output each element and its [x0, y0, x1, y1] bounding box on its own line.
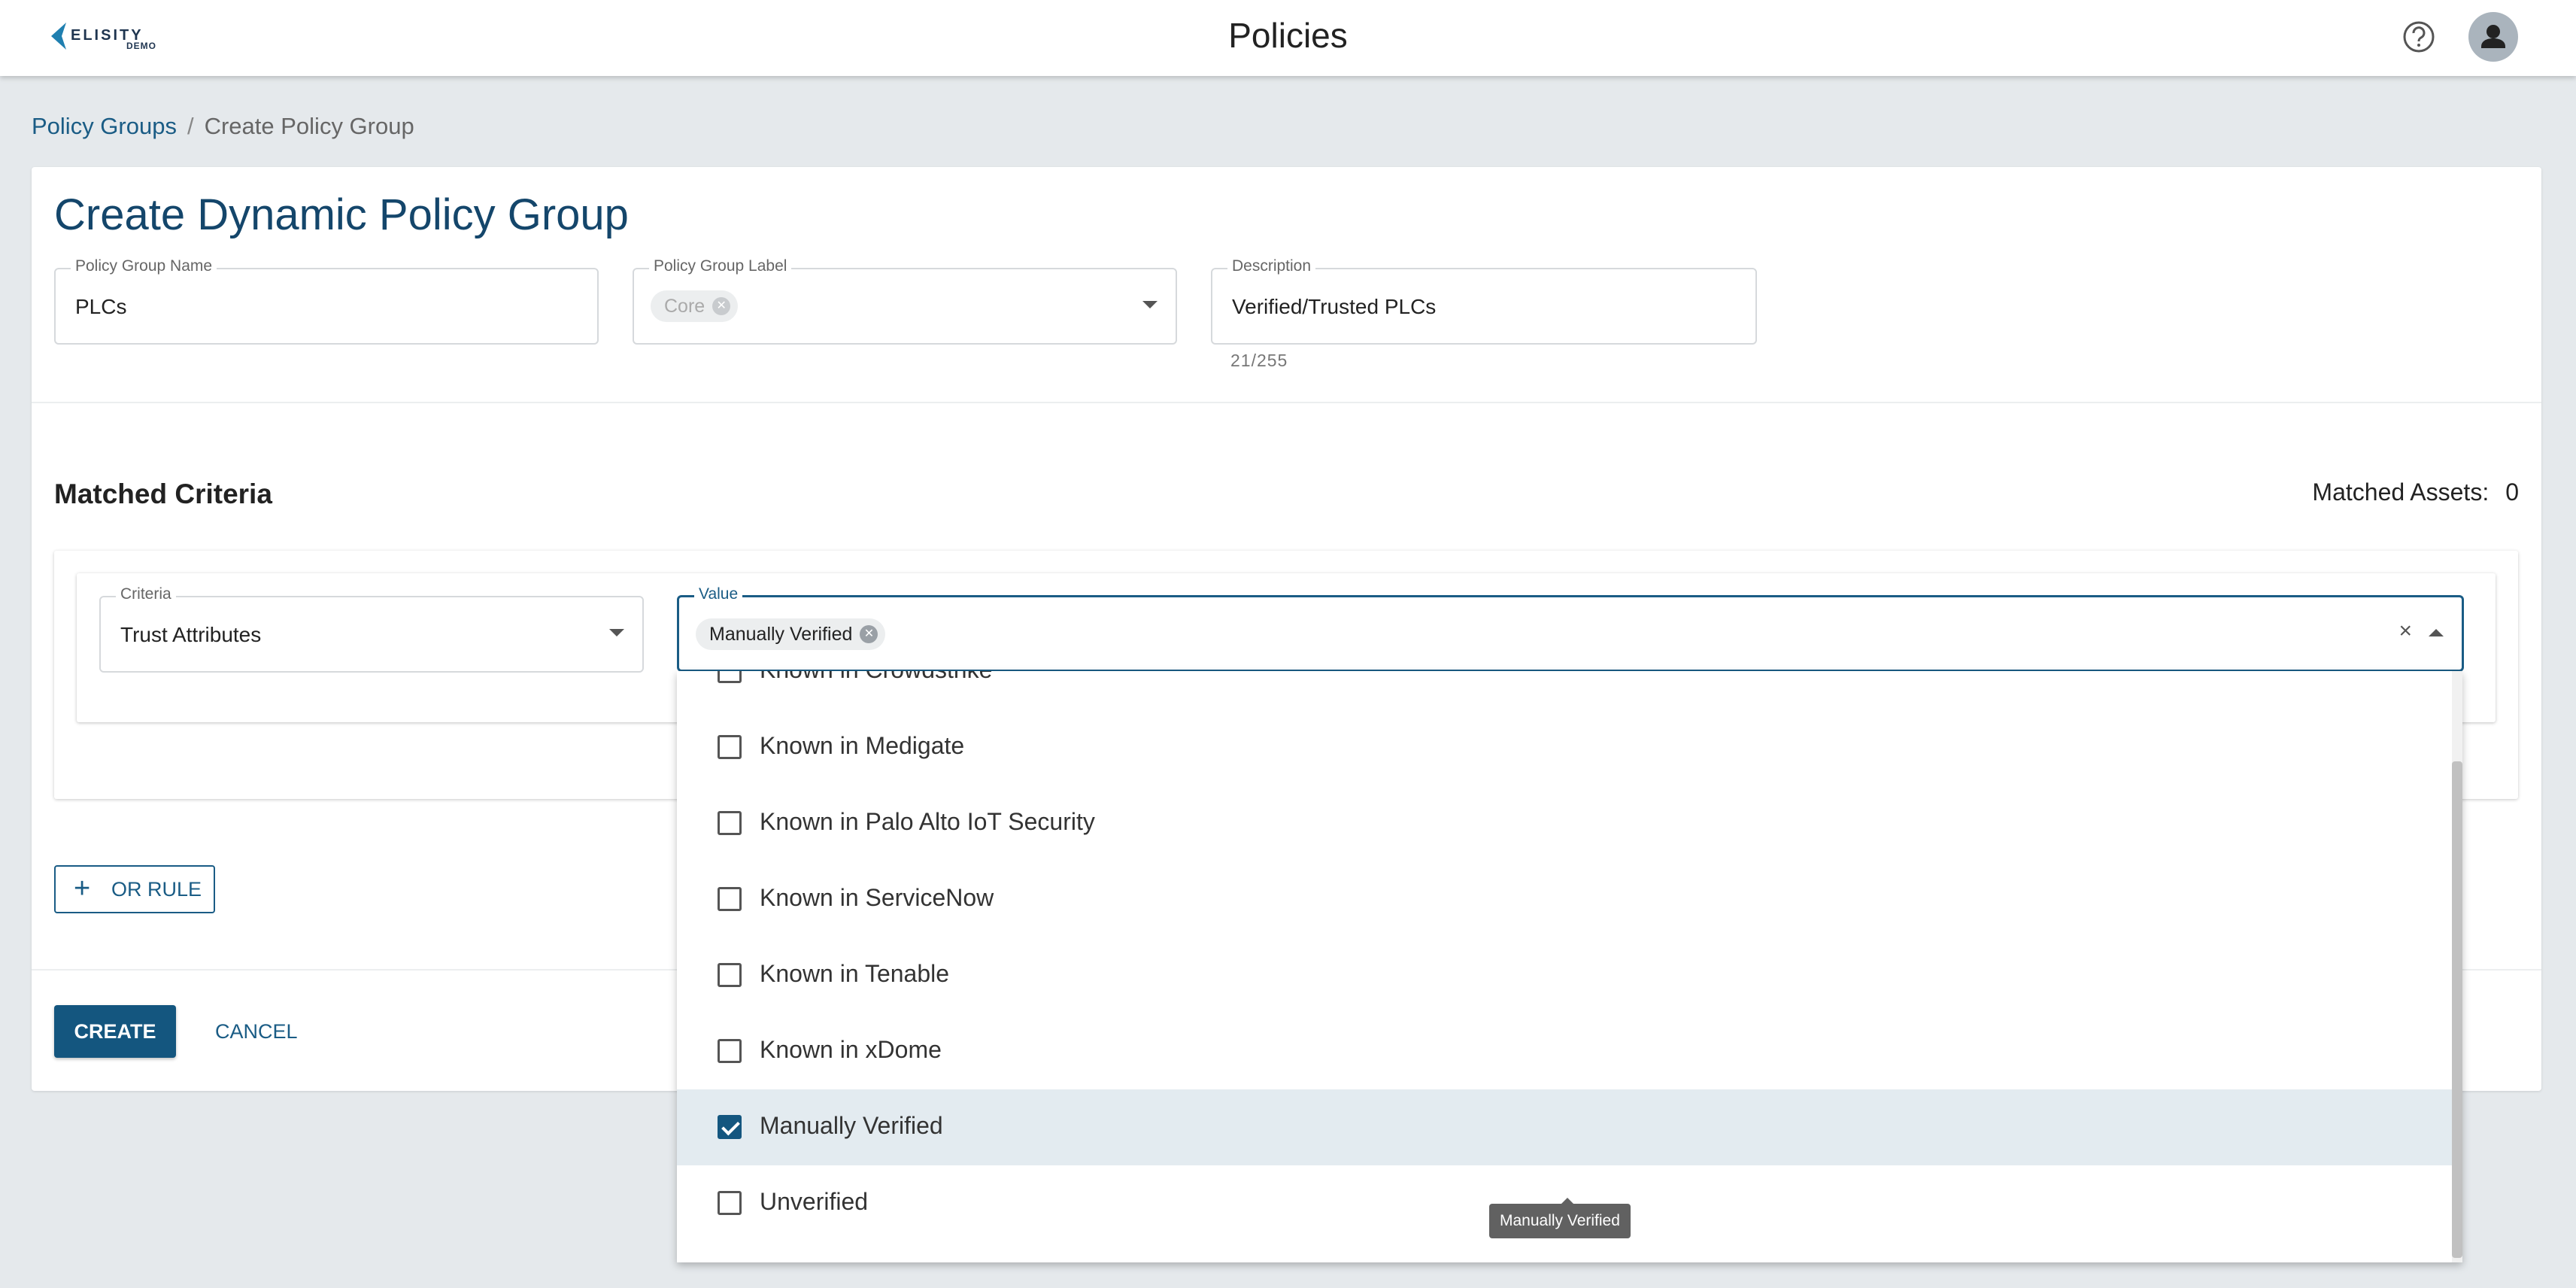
policy-group-label-select[interactable]: Policy Group Label Core ✕: [633, 257, 1177, 345]
option-label: Unverified: [760, 1188, 869, 1215]
label-chip-text: Core: [664, 296, 705, 317]
option-label: Manually Verified: [760, 1112, 943, 1139]
option-known-in-xdome[interactable]: Known in xDome: [677, 1013, 2452, 1089]
breadcrumb: Policy Groups / Create Policy Group: [32, 113, 414, 140]
option-checkbox[interactable]: [718, 1191, 742, 1215]
description-field[interactable]: Description Verified/Trusted PLCs: [1211, 257, 1757, 345]
value-multiselect[interactable]: Value Manually Verified ✕ ×: [677, 585, 2464, 672]
option-checkbox[interactable]: [718, 811, 742, 835]
option-known-in-palo-alto-iot-security[interactable]: Known in Palo Alto IoT Security: [677, 785, 2452, 861]
matched-assets-label: Matched Assets:: [2312, 478, 2490, 506]
option-checkbox[interactable]: [718, 887, 742, 911]
person-icon: [2481, 25, 2505, 48]
description-label: Description: [1227, 257, 1316, 275]
value-options-listbox[interactable]: Known in Crowdstrike Known in Medigate K…: [677, 671, 2462, 1262]
dropdown-collapse-icon[interactable]: [2429, 629, 2444, 636]
top-app-bar: ELISITY DEMO Policies: [0, 0, 2576, 76]
plus-icon: +: [74, 873, 91, 904]
option-label: Known in Medigate: [760, 732, 965, 759]
option-checkbox-checked[interactable]: [718, 1115, 742, 1139]
policy-group-name-field[interactable]: Policy Group Name PLCs: [54, 257, 599, 345]
option-label: Known in Crowdstrike: [760, 671, 992, 684]
help-icon[interactable]: [2402, 20, 2436, 54]
page-title: Create Dynamic Policy Group: [54, 190, 629, 239]
cancel-button[interactable]: CANCEL: [215, 1005, 298, 1058]
policy-group-name-label: Policy Group Name: [71, 257, 217, 275]
option-label: Known in Palo Alto IoT Security: [760, 808, 1095, 835]
policy-group-name-value: PLCs: [75, 295, 127, 318]
listbox-scrollbar[interactable]: [2452, 671, 2462, 1262]
chip-remove-icon[interactable]: ✕: [860, 625, 878, 643]
option-label: Known in Tenable: [760, 960, 950, 987]
matched-assets-value: 0: [2505, 478, 2519, 506]
criteria-label: Criteria: [116, 585, 176, 603]
breadcrumb-policy-groups[interactable]: Policy Groups: [32, 113, 177, 139]
label-chip-core[interactable]: Core ✕: [651, 290, 739, 322]
option-checkbox[interactable]: [718, 735, 742, 759]
dropdown-arrow-icon[interactable]: [1142, 301, 1158, 308]
option-known-in-tenable[interactable]: Known in Tenable: [677, 937, 2452, 1013]
value-chip-manually-verified[interactable]: Manually Verified ✕: [696, 618, 886, 650]
clear-value-icon[interactable]: ×: [2399, 618, 2412, 644]
breadcrumb-separator: /: [187, 113, 194, 139]
criteria-select[interactable]: Criteria Trust Attributes: [99, 585, 644, 673]
description-value: Verified/Trusted PLCs: [1232, 295, 1437, 318]
chip-remove-icon[interactable]: ✕: [712, 297, 731, 315]
listbox-scrollbar-thumb[interactable]: [2452, 761, 2462, 1258]
option-known-in-crowdstrike[interactable]: Known in Crowdstrike: [677, 671, 2452, 709]
option-known-in-servicenow[interactable]: Known in ServiceNow: [677, 861, 2452, 937]
option-label: Known in ServiceNow: [760, 884, 994, 911]
matched-criteria-title: Matched Criteria: [54, 478, 272, 509]
breadcrumb-current: Create Policy Group: [204, 113, 414, 139]
matched-assets-count: Matched Assets: 0: [2312, 478, 2519, 506]
add-or-rule-button[interactable]: + OR RULE: [54, 865, 215, 913]
create-button[interactable]: CREATE: [54, 1005, 176, 1058]
user-avatar[interactable]: [2468, 12, 2518, 62]
section-divider: [32, 402, 2541, 403]
or-rule-label: OR RULE: [111, 878, 202, 901]
option-checkbox[interactable]: [718, 671, 742, 683]
page-header-title: Policies: [1228, 16, 1348, 55]
option-known-in-medigate[interactable]: Known in Medigate: [677, 709, 2452, 785]
option-tooltip: Manually Verified: [1489, 1198, 1631, 1238]
dropdown-arrow-icon[interactable]: [609, 629, 624, 636]
option-label: Known in xDome: [760, 1036, 942, 1063]
option-checkbox[interactable]: [718, 963, 742, 987]
criteria-value: Trust Attributes: [120, 623, 262, 646]
description-char-counter: 21/255: [1230, 351, 1288, 370]
value-label: Value: [694, 585, 743, 603]
policy-group-label-label: Policy Group Label: [649, 257, 792, 275]
option-manually-verified[interactable]: Manually Verified: [677, 1089, 2452, 1165]
value-chip-text: Manually Verified: [709, 624, 853, 645]
option-checkbox[interactable]: [718, 1039, 742, 1063]
